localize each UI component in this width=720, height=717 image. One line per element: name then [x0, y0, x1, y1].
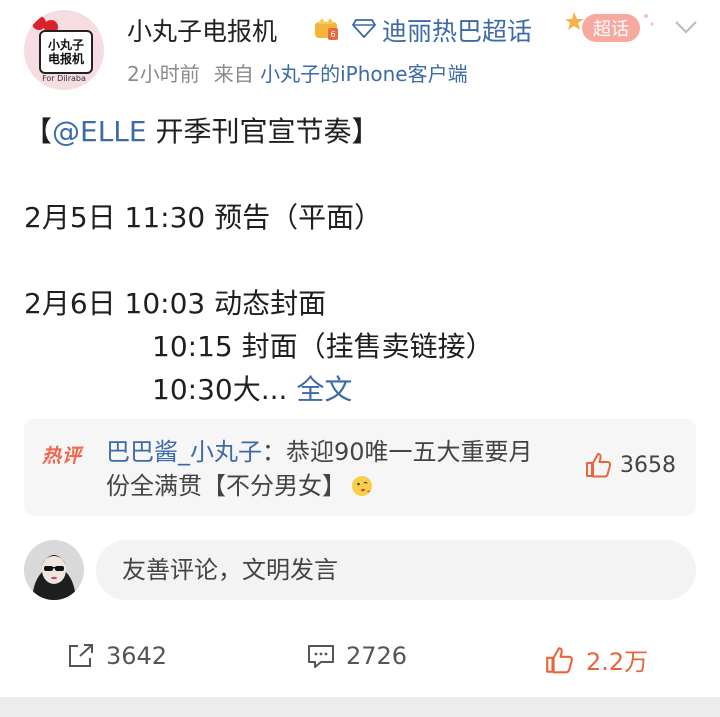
like-count: 2.2万	[586, 648, 649, 676]
svg-text:6: 6	[330, 30, 335, 39]
repost-count: 3642	[106, 642, 168, 670]
avatar-logo-line1: 小丸子	[47, 38, 84, 52]
source-prefix: 来自	[213, 62, 254, 86]
post-text-line-5: 10:30大... 全文	[152, 368, 352, 408]
comment-input[interactable]: 友善评论，文明发言	[96, 540, 696, 600]
post-text-line-4: 10:15 封面（挂售卖链接）	[152, 330, 494, 363]
hot-comment-tag: 热评	[42, 445, 83, 467]
post-truncated-text: 10:30大...	[152, 373, 288, 406]
hot-comment-text: 巴巴酱_小丸子：恭迎90唯一五大重要月份全满贯【不分男女】	[106, 435, 556, 503]
supertopic-label: 超话	[593, 19, 629, 40]
kiss-emoji-icon	[352, 476, 372, 496]
separator: ：	[262, 438, 286, 466]
hot-comment-like-count: 3658	[620, 452, 676, 478]
bracket: 【	[24, 115, 53, 148]
full-text-link[interactable]: 全文	[296, 373, 352, 406]
comment-button[interactable]: 2726	[306, 642, 407, 670]
hot-comment-user[interactable]: 巴巴酱_小丸子	[106, 438, 262, 466]
user-portrait-icon	[24, 540, 84, 600]
repost-button[interactable]: 3642	[66, 642, 167, 670]
avatar-logo: 小丸子 电报机	[39, 30, 93, 74]
post-meta: 2小时前 来自 小丸子的iPhone客户端	[127, 58, 468, 87]
comment-icon	[308, 645, 334, 668]
post-source[interactable]: 小丸子的iPhone客户端	[260, 62, 468, 86]
like-button[interactable]: 2.2万	[544, 642, 648, 677]
chevron-down-icon[interactable]	[672, 14, 700, 40]
share-icon	[69, 644, 93, 667]
post-time: 2小时前	[127, 62, 200, 86]
post-text-line-2: 2月5日 11:30 预告（平面）	[24, 201, 383, 234]
mention-link[interactable]: @ELLE	[52, 115, 147, 148]
author-name[interactable]: 小丸子电报机	[127, 12, 277, 48]
crown-icon: 6	[315, 18, 338, 40]
comment-count: 2726	[346, 642, 408, 670]
author-avatar[interactable]: 小丸子 电报机 For Dilraba	[24, 10, 104, 90]
hot-comment[interactable]: 热评 巴巴酱_小丸子：恭迎90唯一五大重要月份全满贯【不分男女】 3658	[24, 419, 696, 516]
avatar-logo-line2: 电报机	[47, 52, 84, 66]
hot-comment-like[interactable]: 3658	[584, 451, 676, 479]
supertopic-badge[interactable]: 超话	[566, 6, 656, 46]
avatar-caption: For Dilraba	[42, 74, 86, 83]
topic-link[interactable]: 迪丽热巴超话	[382, 12, 532, 48]
my-avatar[interactable]	[24, 540, 84, 600]
thumbs-up-icon	[546, 646, 573, 673]
post-title-rest: 开季刊官宣节奏】	[146, 115, 380, 148]
thumbs-up-icon	[586, 453, 612, 478]
diamond-icon	[352, 19, 376, 38]
divider-band	[0, 697, 720, 717]
post-text-line-1: 【@ELLE 开季刊官宣节奏】	[24, 110, 380, 150]
post-text-line-3: 2月6日 10:03 动态封面	[24, 287, 327, 320]
